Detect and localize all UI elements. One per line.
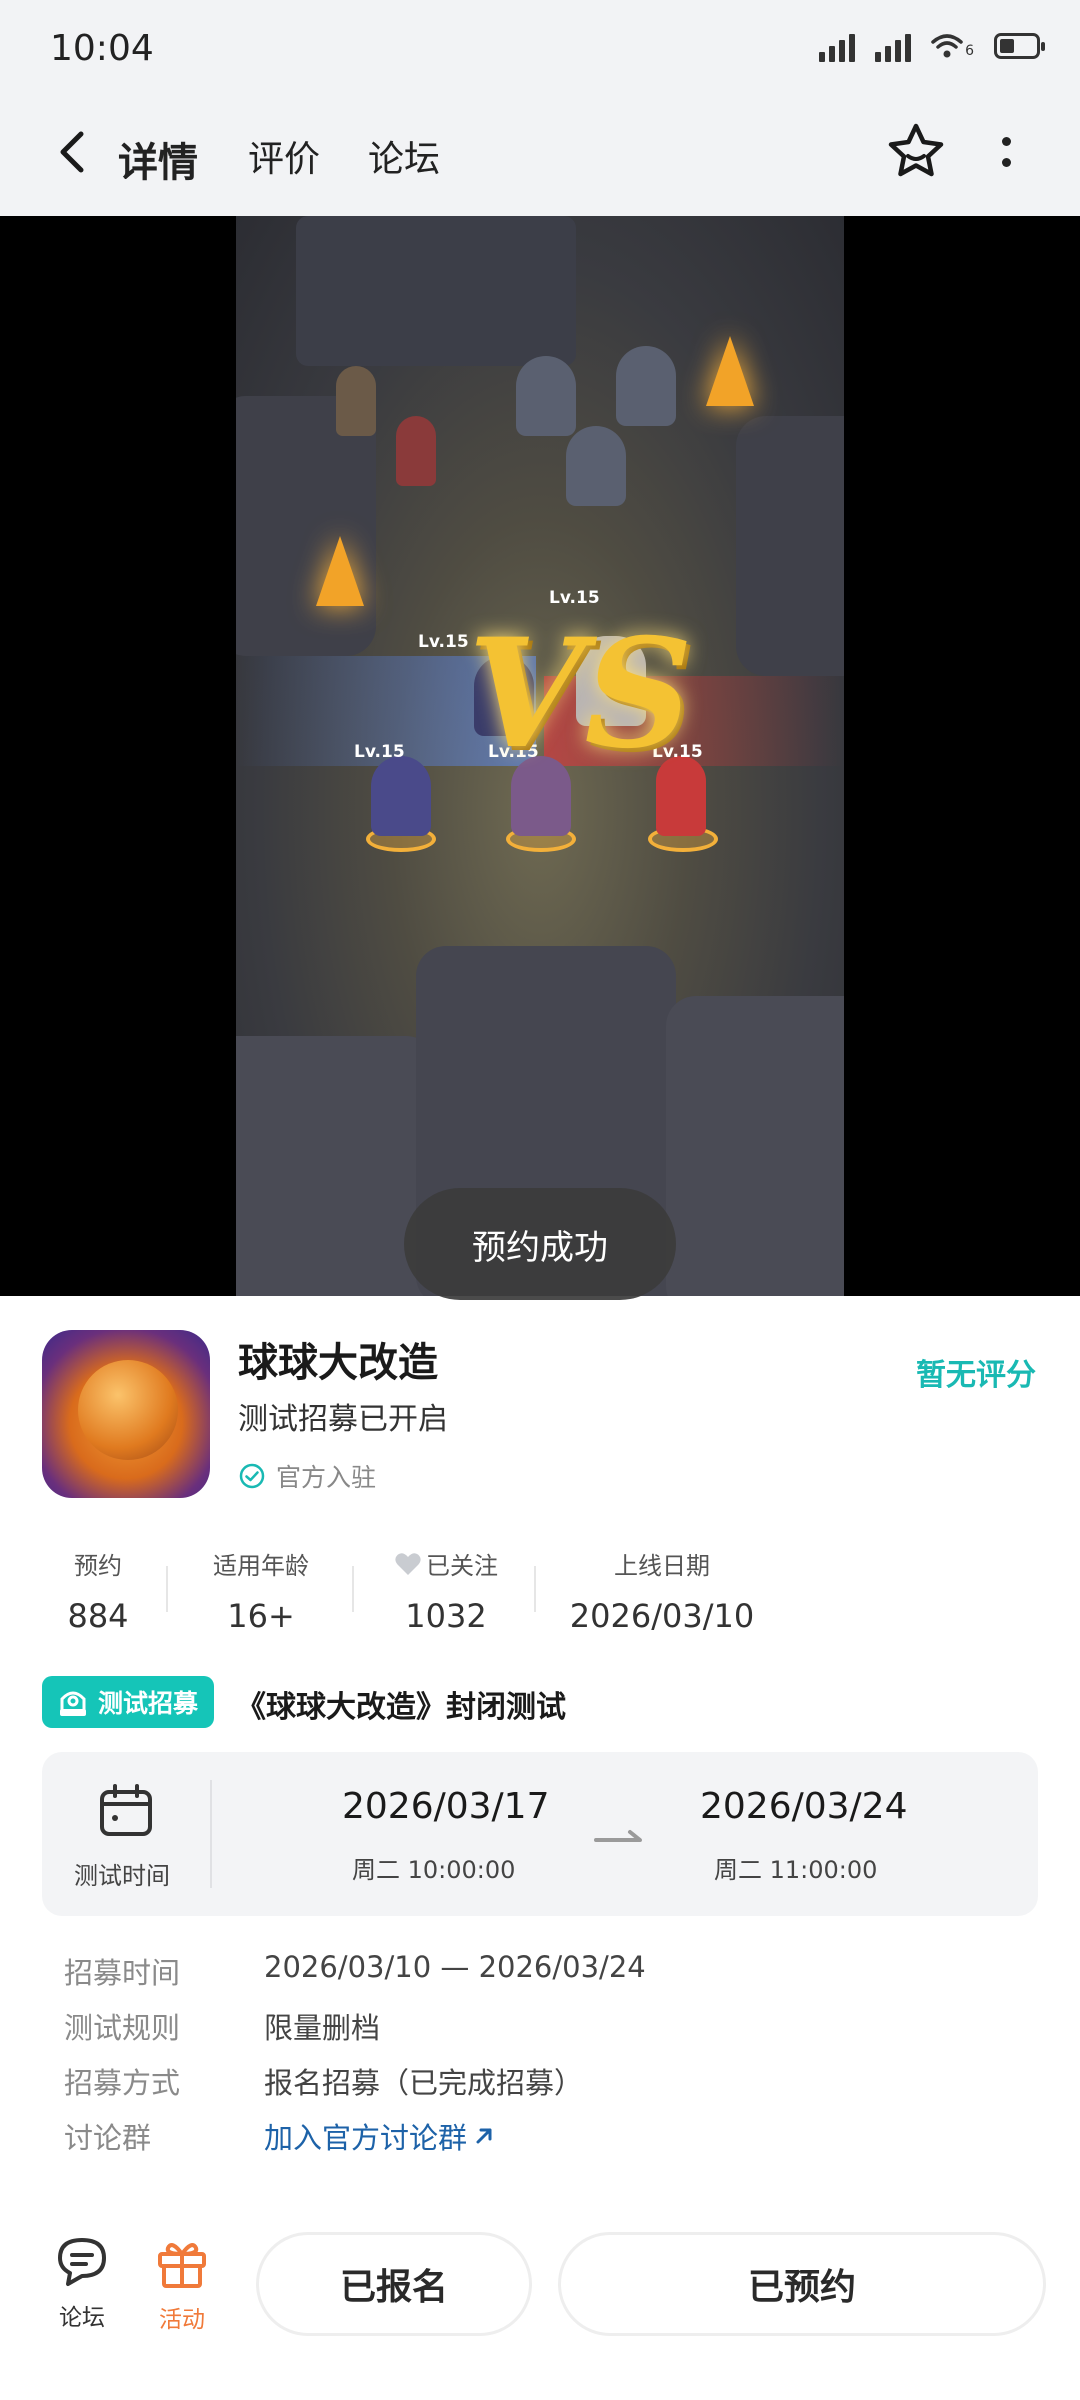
star-icon [888, 123, 944, 177]
signal-icon [819, 30, 856, 62]
back-button[interactable] [42, 122, 102, 182]
info-value: 报名招募（已完成招募） [264, 2066, 584, 2100]
enemy-unit [336, 366, 376, 436]
signed-up-button[interactable]: 已报名 [256, 2232, 532, 2336]
info-key: 讨论群 [64, 2121, 152, 2155]
stat-label: 已关注 [426, 1552, 498, 1580]
rock [736, 416, 844, 676]
toast-message: 预约成功 [404, 1188, 676, 1300]
info-value: 2026/03/10 — 2026/03/24 [264, 1950, 646, 1984]
info-row-recruit-method: 招募方式 报名招募（已完成招募） [64, 2060, 583, 2102]
stat-label: 上线日期 [614, 1552, 710, 1580]
rating-status[interactable]: 暂无评分 [916, 1350, 1036, 1394]
check-circle-icon [239, 1463, 265, 1489]
info-row-test-rule: 测试规则 限量删档 [64, 2005, 380, 2047]
divider [210, 1780, 212, 1888]
stat-value: 16+ [227, 1597, 295, 1635]
rock [666, 996, 844, 1296]
recruit-title: 《球球大改造》封闭测试 [236, 1690, 566, 1725]
signal-icon [875, 30, 912, 62]
stat-divider [166, 1566, 168, 1612]
stat-label-row: 已关注 [384, 1546, 508, 1581]
calendar-icon [100, 1784, 152, 1836]
stat-release-date: 上线日期 2026/03/10 [566, 1546, 758, 1635]
wifi-icon: 6 [931, 33, 974, 59]
official-label: 官方入驻 [276, 1463, 377, 1492]
test-recruit-label: 测试招募 [98, 1689, 199, 1718]
info-value: 限量删档 [264, 2011, 381, 2045]
info-row-recruit-time: 招募时间 2026/03/10 — 2026/03/24 [64, 1950, 646, 1992]
status-bar: 10:04 6 [0, 0, 1080, 100]
stat-value: 2026/03/10 [569, 1597, 755, 1635]
stat-age-rating: 适用年龄 16+ [196, 1546, 326, 1635]
tab-review[interactable]: 评价 [248, 130, 320, 182]
test-recruit-badge: 测试招募 [42, 1676, 215, 1728]
gift-icon [158, 2243, 206, 2288]
more-dot [1001, 158, 1011, 167]
favorite-button[interactable] [884, 120, 948, 184]
test-end-date: 2026/03/24 [700, 1786, 908, 1827]
enemy-unit [396, 416, 436, 486]
app-icon [42, 1330, 210, 1498]
network-label: 6 [965, 43, 974, 59]
test-start-date: 2026/03/17 [342, 1786, 550, 1827]
video-player[interactable]: Lv.15 Lv.15 Lv.15 Lv.15 Lv.15 VS 预约成功 [0, 216, 1080, 1300]
bottom-activity-button[interactable]: 活动 [142, 2236, 222, 2334]
forum-label: 论坛 [59, 2305, 105, 2331]
status-icons: 6 [819, 30, 1045, 62]
stat-reservations: 预约 884 [52, 1546, 144, 1635]
test-start-time: 周二 10:00:00 [352, 1856, 516, 1884]
official-badge: 官方入驻 [238, 1458, 376, 1494]
enemy-unit [566, 426, 626, 506]
app-subtitle: 测试招募已开启 [238, 1402, 448, 1437]
join-group-link[interactable]: 加入官方讨论群 [264, 2115, 495, 2157]
stat-divider [352, 1566, 354, 1612]
nav-bar: 详情 评价 论坛 [0, 100, 1080, 216]
crystal [316, 536, 364, 606]
test-time-card: 测试时间 2026/03/17 周二 10:00:00 2026/03/24 周… [42, 1752, 1038, 1916]
game-video-frame[interactable]: Lv.15 Lv.15 Lv.15 Lv.15 Lv.15 VS [236, 216, 844, 1296]
back-arrow-icon [60, 131, 84, 173]
level-label: Lv.15 [549, 588, 600, 608]
status-time: 10:04 [50, 28, 154, 69]
battery-icon [994, 33, 1045, 59]
stat-value: 1032 [405, 1597, 487, 1635]
stat-followers[interactable]: 已关注 1032 [384, 1546, 508, 1635]
activity-label: 活动 [159, 2307, 205, 2333]
crystal [706, 336, 754, 406]
stat-label: 适用年龄 [213, 1552, 309, 1580]
test-icon [60, 1691, 86, 1716]
heart-icon [395, 1552, 421, 1575]
test-time-label: 测试时间 [74, 1862, 170, 1890]
info-key: 测试规则 [64, 2011, 181, 2045]
more-dot [1001, 137, 1011, 146]
vs-logo: VS [468, 606, 693, 782]
enemy-unit [516, 356, 576, 436]
bottom-forum-button[interactable]: 论坛 [42, 2236, 122, 2332]
join-group-label: 加入官方讨论群 [264, 2121, 468, 2155]
rock [296, 216, 576, 366]
stat-label: 预约 [74, 1552, 122, 1580]
tab-forum[interactable]: 论坛 [368, 130, 440, 182]
more-button[interactable] [984, 122, 1028, 182]
test-end-time: 周二 11:00:00 [714, 1856, 878, 1884]
external-link-icon [476, 2128, 492, 2144]
stat-value: 884 [67, 1597, 129, 1635]
tab-detail-label: 详情 [118, 140, 198, 186]
enemy-unit [616, 346, 676, 426]
stat-divider [534, 1566, 536, 1612]
arrow-right-icon [594, 1830, 642, 1842]
info-row-discussion-group: 讨论群 加入官方讨论群 [64, 2115, 495, 2157]
app-name: 球球大改造 [238, 1340, 438, 1386]
info-key: 招募方式 [64, 2066, 181, 2100]
tab-detail[interactable]: 详情 [114, 130, 202, 188]
reserved-button[interactable]: 已预约 [558, 2232, 1046, 2336]
level-label: Lv.15 [354, 742, 405, 762]
forum-chat-icon [58, 2238, 106, 2286]
info-key: 招募时间 [64, 1956, 181, 1990]
level-label: Lv.15 [418, 632, 469, 652]
hero-unit [371, 756, 431, 836]
